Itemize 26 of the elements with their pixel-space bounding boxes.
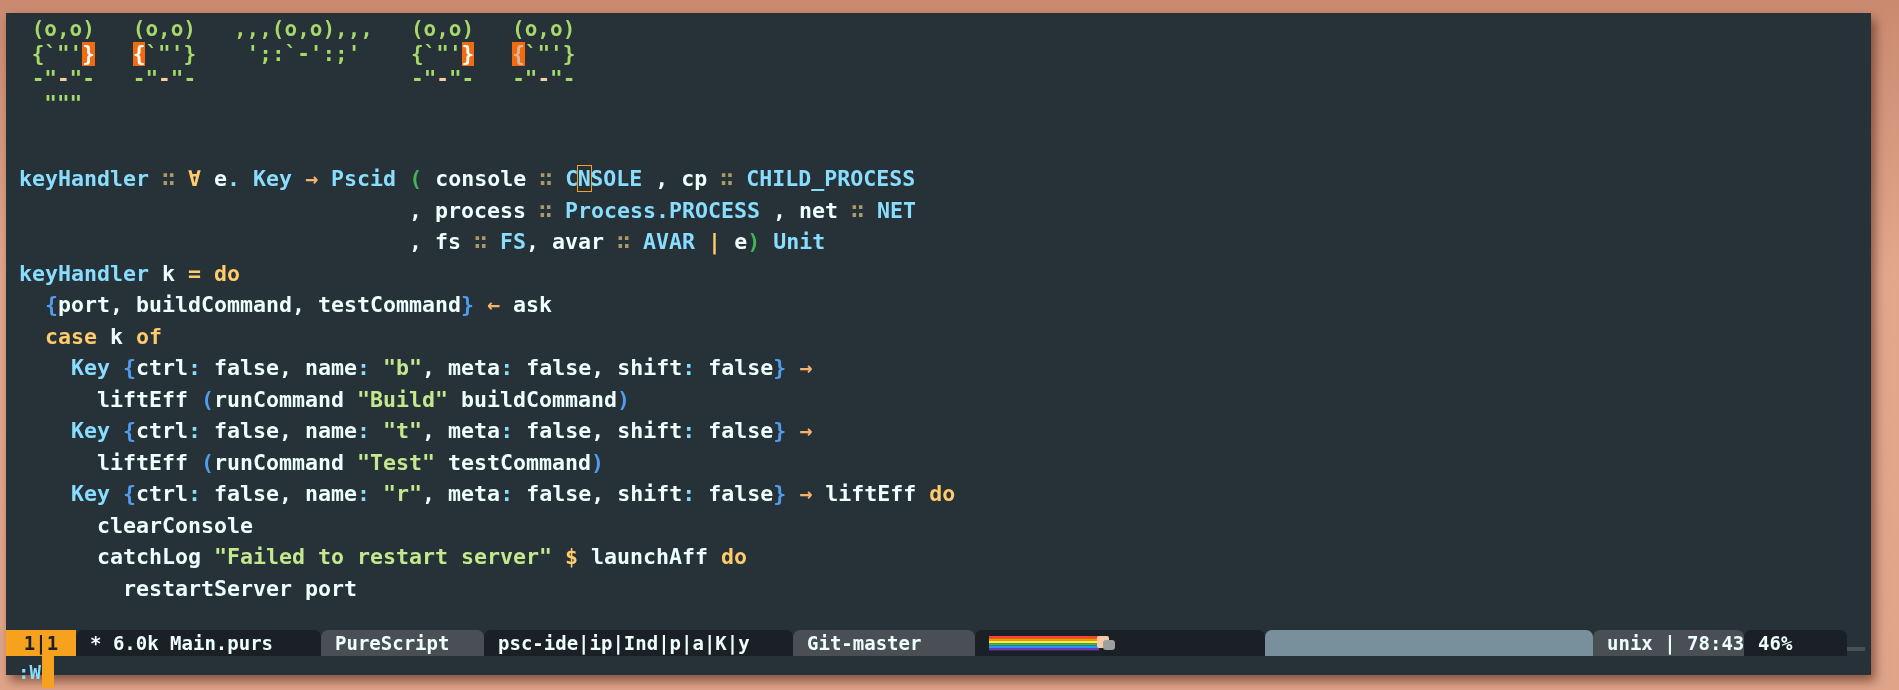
code-line: Key {ctrl: false, name: "t", meta: false, shift: false} → <box>70 417 813 445</box>
code-line: , process ∷ Process.PROCESS , net ∷ NET <box>408 196 917 225</box>
code-line: restartServer port <box>122 574 357 603</box>
file-type: PureScript <box>321 630 484 656</box>
code-line: keyHandler k = do <box>19 259 241 288</box>
code-line: Key {ctrl: false, name: "r", meta: false, shift: false} → liftEff do <box>70 480 956 508</box>
mode-indicator: 1|1 <box>6 630 76 656</box>
text-cursor <box>41 656 54 688</box>
code-line: catchLog "Failed to restart server" $ launchAff do <box>96 543 748 571</box>
code-line: liftEff (runCommand "Test" testCommand) <box>96 448 605 477</box>
code-line: clearConsole <box>96 511 253 540</box>
code-line: {port, buildCommand, testCommand} ← ask <box>44 291 553 319</box>
status-edge <box>1847 646 1865 651</box>
scroll-percent: 46% <box>1744 630 1847 656</box>
ascii-art-line: -"-"- -"-"- -"-"- -"-"- <box>30 67 576 92</box>
ascii-art-line: {`"'} {`"'} ';:`-':;' {`"'} {`"'} <box>30 42 576 67</box>
code-line: case k of <box>44 322 163 351</box>
code-line: Key {ctrl: false, name: "b", meta: false, shift: false} → <box>70 354 813 382</box>
file-name: * 6.0k Main.purs <box>76 630 321 656</box>
plugin-status: psc-ide|ip|Ind|p|a|K|y <box>484 630 793 656</box>
code-line: liftEff (runCommand "Build" buildCommand) <box>96 385 631 414</box>
ascii-art-line: (o,o) (o,o) ,,,(o,o),,, (o,o) (o,o) <box>30 17 576 42</box>
code-line: , fs ∷ FS, avar ∷ AVAR | e) Unit <box>408 228 826 257</box>
format-position: unix | 78:43 <box>1593 630 1744 656</box>
git-branch: Git-master <box>793 630 975 656</box>
ascii-art-line: """ <box>43 92 83 117</box>
